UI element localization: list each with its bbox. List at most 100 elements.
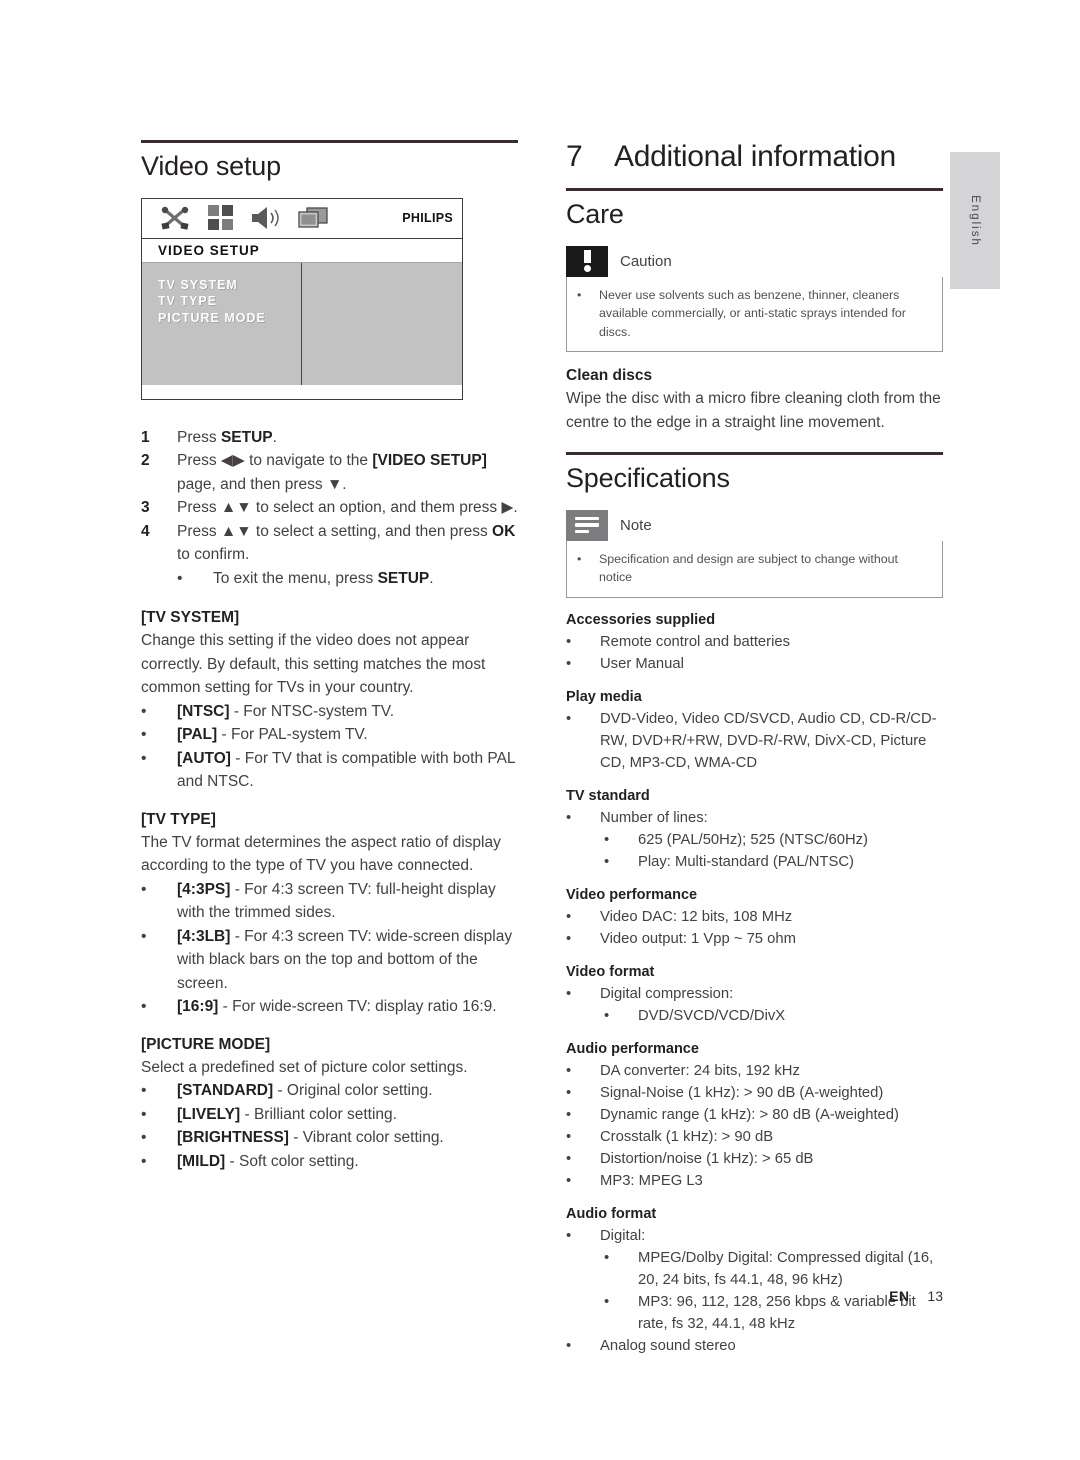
callout-item-text: Never use solvents such as benzene, thin…: [599, 287, 906, 339]
note-label: Note: [620, 516, 652, 534]
option-text: [MILD] - Soft color setting.: [177, 1150, 518, 1174]
step-text: Press ◀▶ to navigate to the [VIDEO SETUP…: [177, 452, 487, 493]
spec-item-text: DVD-Video, Video CD/SVCD, Audio CD, CD-R…: [600, 710, 937, 771]
spec-item-text: Remote control and batteries: [600, 633, 790, 650]
bullet-glyph: •: [577, 287, 582, 302]
osd-menu-list: TV SYSTEM TV TYPE PICTURE MODE: [142, 262, 302, 385]
bullet-glyph: •: [566, 1062, 572, 1079]
step-text: Press SETUP.: [177, 428, 277, 446]
option-description: - For wide-screen TV: display ratio 16:9…: [218, 998, 497, 1015]
tv-system-heading: [TV SYSTEM]: [141, 609, 240, 626]
caution-label: Caution: [620, 252, 672, 270]
spec-item-text: Digital compression:: [600, 985, 734, 1002]
spec-item: • Video output: 1 Vpp ~ 75 ohm: [566, 928, 943, 950]
option-key: [4:3LB]: [177, 927, 231, 945]
bullet-glyph: •: [604, 1249, 610, 1266]
section-rule: [141, 140, 518, 143]
instruction-step: 4 Press ▲▼ to select a setting, and then …: [141, 520, 518, 567]
step-sub-bullet-text: To exit the menu, press SETUP.: [213, 569, 434, 587]
tv-video-icon: [290, 201, 336, 235]
spec-item-text: Analog sound stereo: [600, 1337, 736, 1354]
osd-menu-item[interactable]: TV TYPE: [158, 293, 301, 310]
spec-item: • Remote control and batteries: [566, 631, 943, 653]
option-key: [STANDARD]: [177, 1082, 274, 1099]
spec-item-text: DA converter: 24 bits, 192 kHz: [600, 1062, 800, 1079]
spec-list: • Remote control and batteries • User Manua…: [566, 631, 943, 675]
exclamation-icon: [566, 245, 608, 277]
bullet-glyph: •: [141, 702, 147, 720]
tv-system-options: • [NTSC] - For NTSC-system TV. • [PAL] - Fo…: [141, 700, 518, 794]
osd-brand-logo: PHILIPS: [402, 211, 453, 225]
osd-title: VIDEO SETUP: [142, 238, 462, 263]
spec-item-text: Play: Multi-standard (PAL/NTSC): [638, 853, 854, 870]
spec-item: • 625 (PAL/50Hz); 525 (NTSC/60Hz): [604, 829, 943, 851]
callout-item: • Specification and design are subject to…: [577, 550, 932, 587]
bullet-glyph: •: [141, 998, 147, 1015]
option-key: [NTSC]: [177, 702, 230, 720]
option-item: • [4:3LB] - For 4:3 screen TV: wide-scree…: [141, 925, 518, 996]
spec-item: • DA converter: 24 bits, 192 kHz: [566, 1060, 943, 1082]
option-text: [4:3PS] - For 4:3 screen TV: full-height…: [177, 878, 518, 925]
option-item: • [PAL] - For PAL-system TV.: [141, 723, 518, 747]
spec-list: • Video DAC: 12 bits, 108 MHz • Video outpu…: [566, 906, 943, 950]
option-item: • [BRIGHTNESS] - Vibrant color setting.: [141, 1126, 518, 1150]
bullet-glyph: •: [141, 726, 147, 743]
spec-list: • Digital:: [566, 1225, 943, 1247]
option-item: • [4:3PS] - For 4:3 screen TV: full-heigh…: [141, 878, 518, 925]
spec-item-text: User Manual: [600, 655, 684, 672]
option-text: [AUTO] - For TV that is compatible with …: [177, 747, 518, 794]
spec-list: • 625 (PAL/50Hz); 525 (NTSC/60Hz) • Play: M…: [604, 829, 943, 873]
instruction-step: 2 Press ◀▶ to navigate to the [VIDEO SETU…: [141, 449, 518, 496]
chapter-title-text: Additional information: [614, 140, 896, 173]
instruction-step: 3 Press ▲▼ to select an option, and them …: [141, 496, 518, 520]
footer-locale: EN: [889, 1288, 910, 1304]
spec-item-text: Digital:: [600, 1227, 646, 1244]
option-key: [LIVELY]: [177, 1105, 241, 1123]
bullet-glyph: •: [141, 927, 147, 945]
bullet-glyph: •: [577, 551, 582, 566]
bullet-glyph: •: [177, 569, 183, 587]
spec-list: • Analog sound stereo: [566, 1335, 943, 1357]
osd-footer-bar: [142, 384, 462, 397]
osd-screenshot: PHILIPS VIDEO SETUP TV SYSTEM TV TYPE PI…: [141, 197, 463, 400]
spec-item: • Number of lines:: [566, 807, 943, 829]
bullet-glyph: •: [566, 1106, 572, 1123]
bullet-glyph: •: [141, 749, 147, 767]
callout-item: • Never use solvents such as benzene, thi…: [577, 286, 932, 342]
spec-item: • DVD-Video, Video CD/SVCD, Audio CD, CD-…: [566, 708, 943, 774]
spec-group-heading: Video format: [566, 963, 655, 980]
option-description: - Brilliant color setting.: [240, 1105, 397, 1123]
spec-item-text: 625 (PAL/50Hz); 525 (NTSC/60Hz): [638, 831, 868, 848]
spec-item-text: DVD/SVCD/VCD/DivX: [638, 1007, 786, 1024]
caution-box: • Never use solvents such as benzene, thi…: [566, 276, 943, 352]
spec-item: • Crosstalk (1 kHz): > 90 dB: [566, 1126, 943, 1148]
spec-item: • Dynamic range (1 kHz): > 80 dB (A-weigh…: [566, 1104, 943, 1126]
bullet-glyph: •: [566, 1172, 572, 1189]
spec-item-text: Crosstalk (1 kHz): > 90 dB: [600, 1128, 774, 1145]
spec-item-text: MP3: MPEG L3: [600, 1172, 703, 1189]
spec-group-heading: Audio format: [566, 1205, 657, 1222]
option-text: [LIVELY] - Brilliant color setting.: [177, 1103, 518, 1127]
spec-item: • Digital:: [566, 1225, 943, 1247]
spec-item-text: Signal-Noise (1 kHz): > 90 dB (A-weighte…: [600, 1084, 884, 1101]
note-head: Note: [566, 509, 943, 541]
bullet-glyph: •: [566, 930, 572, 947]
spec-group-heading: Audio performance: [566, 1040, 699, 1057]
tools-icon: [152, 201, 198, 235]
osd-menu-item[interactable]: TV SYSTEM: [158, 277, 301, 294]
language-tab: English: [950, 152, 1000, 289]
tv-type-body: The TV format determines the aspect rati…: [141, 833, 501, 875]
spec-item: • User Manual: [566, 653, 943, 675]
bullet-glyph: •: [566, 1337, 572, 1354]
option-item: • [MILD] - Soft color setting.: [141, 1150, 518, 1174]
option-description: - Soft color setting.: [225, 1152, 359, 1170]
spec-item: • Video DAC: 12 bits, 108 MHz: [566, 906, 943, 928]
tv-system-body: Change this setting if the video does no…: [141, 632, 486, 696]
option-key: [16:9]: [177, 998, 219, 1015]
option-text: [16:9] - For wide-screen TV: display rat…: [177, 995, 518, 1019]
osd-menu-item[interactable]: PICTURE MODE: [158, 310, 301, 327]
spec-item: • MP3: MPEG L3: [566, 1170, 943, 1192]
specifications-rule: [566, 452, 943, 455]
note-lines-icon: [566, 509, 608, 541]
spec-item-text: Video DAC: 12 bits, 108 MHz: [600, 908, 793, 925]
